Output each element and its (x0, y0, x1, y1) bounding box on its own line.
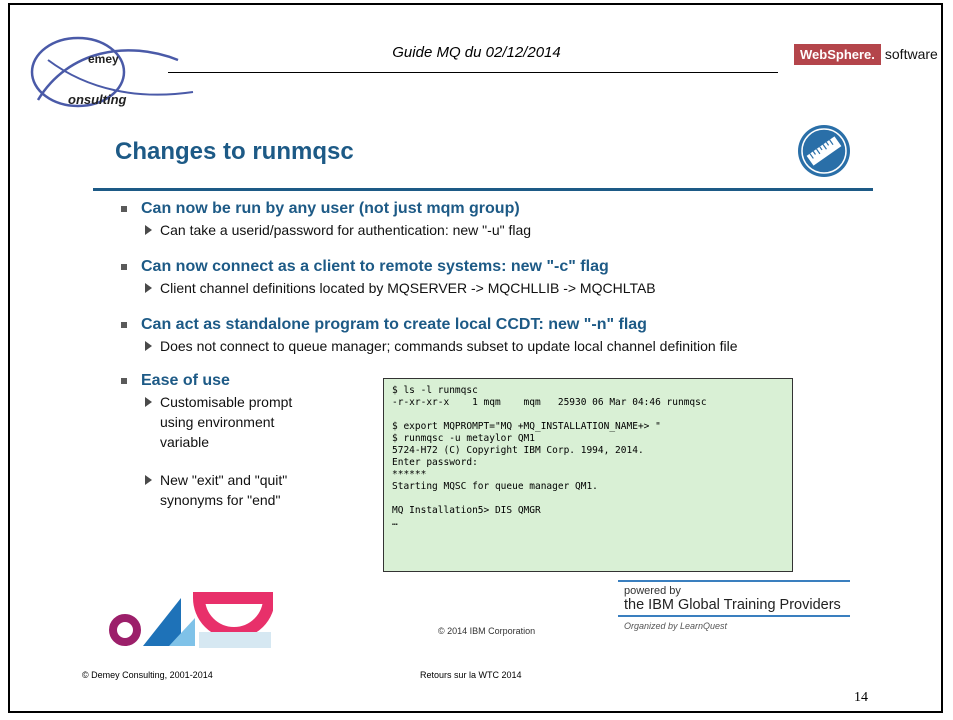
learnquest-label: Organized by LearnQuest (624, 621, 728, 631)
sub-bullet-4a: Customisable prompt using environment va… (145, 392, 292, 452)
triangle-bullet-icon (145, 225, 152, 235)
sub-line: New "exit" and "quit" (160, 472, 288, 488)
footer-copyright: © Demey Consulting, 2001-2014 (82, 670, 213, 680)
slide: Changes to runmqsc Can now be run by any… (93, 110, 873, 650)
powered-rule-top (618, 580, 850, 582)
sub-line: Customisable prompt (160, 394, 293, 410)
bullet-3-text: Can act as standalone program to create … (141, 316, 647, 333)
sub-bullet-3-text: Does not connect to queue manager; comma… (160, 338, 738, 354)
sub-line: using environment (160, 414, 275, 430)
square-bullet-icon (121, 264, 127, 270)
square-bullet-icon (121, 322, 127, 328)
ibm-copyright: © 2014 IBM Corporation (438, 626, 536, 636)
bullet-1-text: Can now be run by any user (not just mqm… (141, 200, 520, 217)
ibm-shapes-logo (109, 592, 273, 648)
code-line: ****** (392, 469, 427, 480)
bullet-2: Can now connect as a client to remote sy… (121, 258, 609, 276)
square-bullet-icon (121, 378, 127, 384)
triangle-bullet-icon (145, 341, 152, 351)
code-line: $ runmqsc -u metaylor QM1 (392, 433, 535, 444)
footer-event: Retours sur la WTC 2014 (420, 670, 522, 680)
code-line: $ ls -l runmqsc (392, 385, 478, 396)
sub-bullet-1-text: Can take a userid/password for authentic… (160, 222, 532, 238)
slide-title: Changes to runmqsc (115, 138, 354, 165)
code-line: -r-xr-xr-x 1 mqm mqm 25930 06 Mar 04:46 … (392, 397, 707, 408)
bullet-1: Can now be run by any user (not just mqm… (121, 200, 520, 218)
triangle-bullet-icon (145, 283, 152, 293)
code-line: … (392, 517, 398, 528)
square-bullet-icon (121, 206, 127, 212)
bullet-4: Ease of use (121, 372, 230, 390)
code-line: 5724-H72 (C) Copyright IBM Corp. 1994, 2… (392, 445, 644, 456)
page-number: 14 (854, 690, 868, 705)
bullet-2-text: Can now connect as a client to remote sy… (141, 258, 609, 275)
training-providers-label: the IBM Global Training Providers (624, 597, 841, 613)
code-line: Enter password: (392, 457, 478, 468)
code-line: Starting MQSC for queue manager QM1. (392, 481, 598, 492)
code-sample: $ ls -l runmqsc -r-xr-xr-x 1 mqm mqm 259… (383, 378, 793, 572)
triangle-bullet-icon (145, 475, 152, 485)
ruler-icon (798, 125, 850, 177)
websphere-label: WebSphere. (794, 43, 881, 65)
code-line: MQ Installation5> DIS QMGR (392, 505, 541, 516)
sub-line: variable (160, 434, 210, 450)
code-line: $ export MQPROMPT="MQ +MQ_INSTALLATION_N… (392, 421, 661, 432)
software-label: software (884, 46, 938, 62)
bullet-4-text: Ease of use (141, 372, 230, 389)
sub-bullet-2-text: Client channel definitions located by MQ… (160, 280, 656, 296)
powered-by-block: powered by the IBM Global Training Provi… (618, 580, 878, 650)
sub-bullet-1: Can take a userid/password for authentic… (145, 222, 531, 238)
sub-bullet-2: Client channel definitions located by MQ… (145, 280, 656, 296)
triangle-bullet-icon (145, 397, 152, 407)
websphere-badge: WebSphere. software (794, 43, 938, 65)
sub-bullet-4a-text: Customisable prompt using environment va… (160, 392, 292, 452)
powered-by-label: powered by (624, 585, 681, 597)
title-rule (93, 188, 873, 191)
powered-rule-bottom (618, 615, 850, 617)
logo-text-consulting: onsulting (68, 92, 127, 107)
sub-line: synonyms for "end" (160, 492, 281, 508)
header-rule (168, 72, 778, 73)
bullet-3: Can act as standalone program to create … (121, 316, 647, 334)
sub-bullet-3: Does not connect to queue manager; comma… (145, 338, 737, 354)
sub-bullet-4b-text: New "exit" and "quit" synonyms for "end" (160, 470, 287, 510)
sub-bullet-4b: New "exit" and "quit" synonyms for "end" (145, 470, 287, 510)
